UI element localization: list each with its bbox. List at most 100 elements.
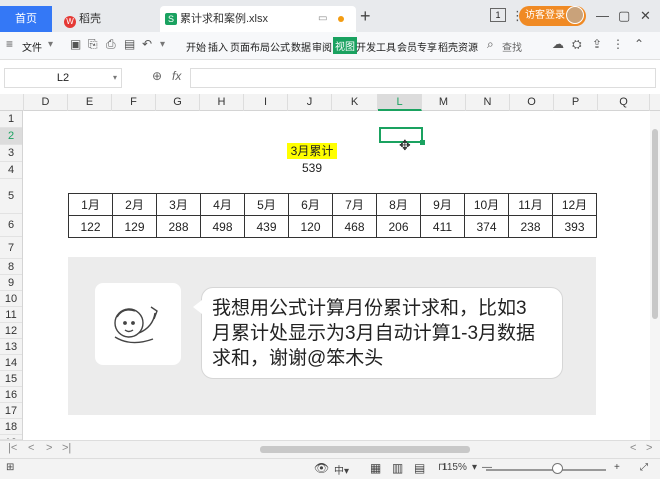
new-tab-button[interactable]: + bbox=[360, 6, 371, 27]
next-sheet-icon[interactable]: > bbox=[46, 442, 52, 454]
more-icon[interactable]: ⋮ bbox=[612, 37, 624, 51]
export-icon[interactable]: ⎘ bbox=[88, 37, 98, 52]
menu-member[interactable]: 会员专享 bbox=[397, 39, 437, 54]
column-header[interactable]: D bbox=[24, 94, 68, 111]
column-header-selected[interactable]: L bbox=[378, 94, 422, 111]
chevron-down-icon[interactable]: ▾ bbox=[48, 39, 53, 50]
month-cell[interactable]: 11月 bbox=[508, 193, 553, 216]
value-cell[interactable]: 411 bbox=[420, 215, 465, 238]
screen-icon[interactable]: ▭ bbox=[318, 13, 327, 24]
row-header[interactable]: 14 bbox=[0, 355, 22, 371]
month-cell[interactable]: 6月 bbox=[288, 193, 333, 216]
collapse-ribbon-icon[interactable]: ⌃ bbox=[634, 37, 644, 51]
menu-docer-resources[interactable]: 稻壳资源 bbox=[438, 39, 478, 54]
zoom-formula-icon[interactable]: ⊕ bbox=[152, 69, 162, 83]
row-header[interactable]: 3 bbox=[0, 145, 22, 162]
tab-docer[interactable]: W 稻壳 bbox=[56, 6, 156, 32]
month-cell[interactable]: 10月 bbox=[464, 193, 509, 216]
row-header[interactable]: 5 bbox=[0, 179, 22, 214]
cloud-icon[interactable]: ☁ bbox=[552, 37, 564, 51]
month-cell[interactable]: 4月 bbox=[200, 193, 245, 216]
cumulative-value-cell[interactable]: 539 bbox=[287, 161, 337, 175]
month-cell[interactable]: 1月 bbox=[68, 193, 113, 216]
column-header[interactable]: Q bbox=[598, 94, 650, 111]
value-cell[interactable]: 129 bbox=[112, 215, 157, 238]
zoom-out-icon[interactable]: — bbox=[482, 462, 492, 473]
page-layout-view-icon[interactable]: ▥ bbox=[392, 461, 403, 475]
column-header[interactable]: J bbox=[288, 94, 332, 111]
value-cell[interactable]: 120 bbox=[288, 215, 333, 238]
zoom-slider[interactable] bbox=[486, 469, 606, 471]
month-cell[interactable]: 3月 bbox=[156, 193, 201, 216]
undo-icon[interactable]: ↶ bbox=[142, 37, 152, 51]
menu-review[interactable]: 审阅 bbox=[312, 39, 332, 54]
menu-insert[interactable]: 插入 bbox=[208, 39, 228, 54]
vertical-scroll-thumb[interactable] bbox=[652, 129, 658, 319]
value-cell[interactable]: 122 bbox=[68, 215, 113, 238]
row-header[interactable]: 11 bbox=[0, 307, 22, 323]
month-cell[interactable]: 5月 bbox=[244, 193, 289, 216]
menu-data[interactable]: 数据 bbox=[291, 39, 311, 54]
row-header[interactable]: 12 bbox=[0, 323, 22, 339]
zoom-slider-knob[interactable] bbox=[552, 463, 563, 474]
prev-sheet-icon[interactable]: < bbox=[28, 442, 34, 454]
scroll-right-icon[interactable]: > bbox=[646, 442, 652, 454]
horizontal-scroll-thumb[interactable] bbox=[260, 446, 470, 453]
search-icon[interactable]: ⌕ bbox=[487, 37, 494, 52]
zoom-level[interactable]: 115% bbox=[442, 462, 467, 473]
vertical-scrollbar[interactable] bbox=[650, 111, 660, 440]
zoom-in-icon[interactable]: + bbox=[614, 462, 620, 473]
column-header[interactable]: N bbox=[466, 94, 510, 111]
scroll-left-icon[interactable]: < bbox=[630, 442, 636, 454]
formula-input[interactable] bbox=[190, 68, 656, 88]
select-all-corner[interactable] bbox=[0, 94, 24, 111]
menu-view[interactable]: 视图 bbox=[333, 37, 357, 54]
row-header[interactable]: 18 bbox=[0, 419, 22, 435]
month-cell[interactable]: 9月 bbox=[420, 193, 465, 216]
tab-home[interactable]: 首页 bbox=[0, 6, 52, 32]
column-header[interactable]: O bbox=[510, 94, 554, 111]
row-header[interactable]: 16 bbox=[0, 387, 22, 403]
close-icon[interactable]: ✕ bbox=[640, 8, 651, 24]
maximize-icon[interactable]: ▢ bbox=[618, 8, 630, 24]
value-cell[interactable]: 498 bbox=[200, 215, 245, 238]
column-header[interactable]: F bbox=[112, 94, 156, 111]
row-header[interactable]: 4 bbox=[0, 162, 22, 179]
function-icon[interactable]: fx bbox=[172, 69, 181, 83]
window-count-badge[interactable]: 1 bbox=[490, 8, 506, 22]
row-header[interactable]: 1 bbox=[0, 111, 22, 128]
search-label[interactable]: 查找 bbox=[502, 39, 522, 54]
column-header[interactable]: E bbox=[68, 94, 112, 111]
column-header[interactable]: P bbox=[554, 94, 598, 111]
month-cell[interactable]: 8月 bbox=[376, 193, 421, 216]
column-header[interactable]: M bbox=[422, 94, 466, 111]
row-header[interactable]: 8 bbox=[0, 259, 22, 275]
print-icon[interactable]: ⎙ bbox=[106, 37, 116, 52]
undo-more-icon[interactable]: ▾ bbox=[160, 39, 165, 50]
menu-page-layout[interactable]: 页面布局 bbox=[230, 39, 270, 54]
fullscreen-icon[interactable]: ⤢ bbox=[640, 462, 648, 473]
normal-view-icon[interactable]: ▦ bbox=[370, 461, 381, 475]
menu-developer[interactable]: 开发工具 bbox=[356, 39, 396, 54]
row-header[interactable]: 6 bbox=[0, 214, 22, 237]
sheet-grid[interactable]: 3月累计 539 ✥ 1月 2月 3月 4月 5月 6月 7月 8月 9月 10… bbox=[24, 111, 650, 440]
hamburger-icon[interactable]: ≡ bbox=[6, 37, 13, 51]
eye-protection-icon[interactable]: 👁 bbox=[314, 461, 329, 475]
row-header[interactable]: 9 bbox=[0, 275, 22, 291]
row-header[interactable]: 15 bbox=[0, 371, 22, 387]
row-header[interactable]: 17 bbox=[0, 403, 22, 419]
month-cell[interactable]: 7月 bbox=[332, 193, 377, 216]
value-cell[interactable]: 374 bbox=[464, 215, 509, 238]
menu-file[interactable]: 文件 bbox=[22, 39, 42, 54]
value-cell[interactable]: 439 bbox=[244, 215, 289, 238]
zoom-dropdown-icon[interactable]: ▾ bbox=[472, 462, 477, 473]
column-header[interactable]: I bbox=[244, 94, 288, 111]
page-break-view-icon[interactable]: ▤ bbox=[414, 461, 425, 475]
column-header[interactable]: K bbox=[332, 94, 378, 111]
first-sheet-icon[interactable]: |< bbox=[8, 442, 17, 454]
avatar[interactable] bbox=[566, 6, 584, 24]
row-header-selected[interactable]: 2 bbox=[0, 128, 22, 145]
value-cell[interactable]: 288 bbox=[156, 215, 201, 238]
menu-home[interactable]: 开始 bbox=[186, 39, 206, 54]
share-icon[interactable]: ⇪ bbox=[592, 37, 602, 51]
